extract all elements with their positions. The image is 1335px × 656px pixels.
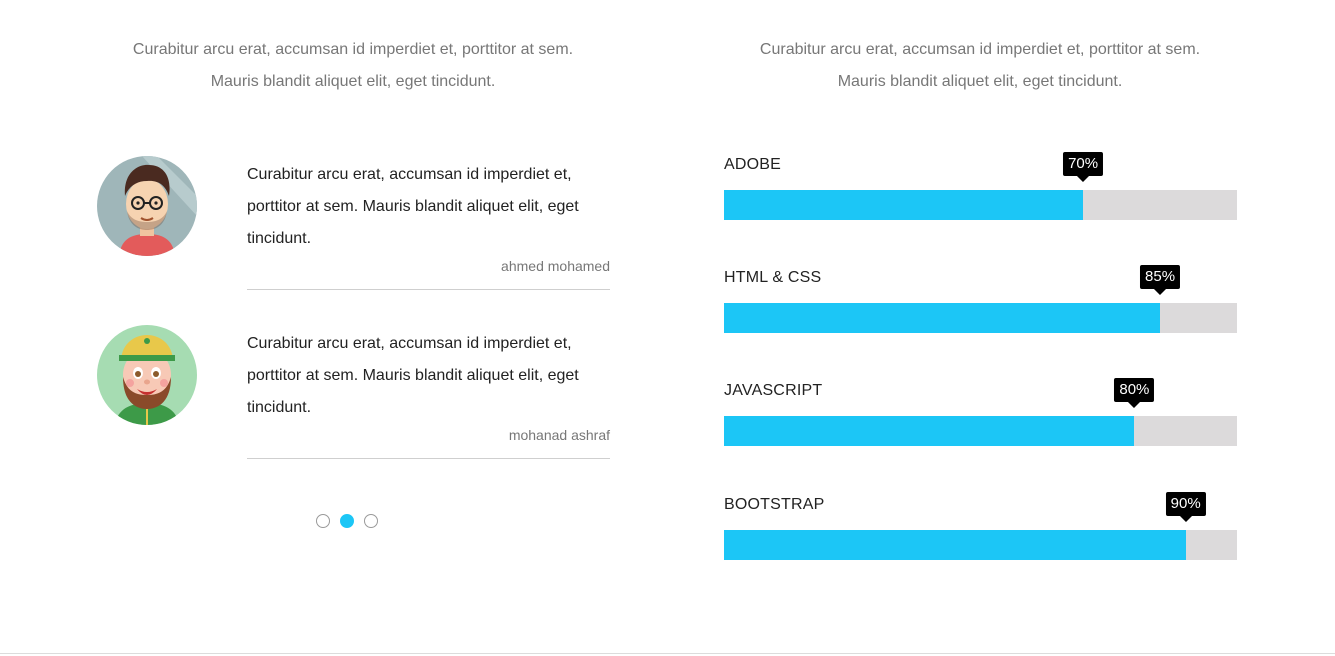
carousel-pagination (316, 514, 378, 528)
skill-javascript: JAVASCRIPT 80% (724, 378, 1237, 446)
skills-intro: Curabitur arcu erat, accumsan id imperdi… (717, 34, 1243, 98)
testimonial-author: mohanad ashraf (508, 427, 610, 443)
intro-line: Curabitur arcu erat, accumsan id imperdi… (132, 41, 574, 58)
intro-line: Curabitur arcu erat, accumsan id imperdi… (759, 41, 1201, 58)
progress-track: 90% (724, 492, 1237, 560)
percent-tooltip: 90% (1165, 492, 1206, 522)
divider (247, 458, 610, 459)
testimonial-content: Curabitur arcu erat, accumsan id imperdi… (247, 328, 610, 459)
percent-tooltip: 85% (1140, 265, 1181, 295)
skill-name: HTML & CSS (724, 269, 822, 286)
testimonial-quote: Curabitur arcu erat, accumsan id imperdi… (247, 335, 579, 416)
progress-track: 70% (724, 152, 1237, 220)
carousel-dot-3[interactable] (364, 514, 378, 528)
bearded-man-with-cap-icon (97, 325, 197, 425)
testimonial-author: ahmed mohamed (501, 258, 610, 274)
progress-track: 85% (724, 265, 1237, 333)
progress-fill (724, 530, 1186, 560)
testimonials-intro: Curabitur arcu erat, accumsan id imperdi… (90, 34, 616, 98)
progress-fill (724, 190, 1084, 220)
skill-name: BOOTSTRAP (724, 496, 825, 513)
progress-fill (724, 416, 1135, 446)
percent-tooltip: 80% (1114, 378, 1155, 408)
testimonial-quote: Curabitur arcu erat, accumsan id imperdi… (247, 166, 579, 247)
section-divider (0, 653, 1335, 654)
avatar (97, 156, 197, 256)
carousel-dot-1[interactable] (316, 514, 330, 528)
divider (247, 289, 610, 290)
intro-line: Mauris blandit aliquet elit, eget tincid… (837, 73, 1123, 90)
skill-name: JAVASCRIPT (724, 382, 823, 399)
progress-track: 80% (724, 378, 1237, 446)
testimonial-content: Curabitur arcu erat, accumsan id imperdi… (247, 159, 610, 290)
man-with-glasses-icon (97, 156, 197, 256)
skill-name: ADOBE (724, 156, 782, 173)
skill-adobe: ADOBE 70% (724, 152, 1237, 220)
skill-bootstrap: BOOTSTRAP 90% (724, 492, 1237, 560)
percent-tooltip: 70% (1063, 152, 1104, 182)
carousel-dot-2[interactable] (340, 514, 354, 528)
skill-html-css: HTML & CSS 85% (724, 265, 1237, 333)
intro-line: Mauris blandit aliquet elit, eget tincid… (210, 73, 496, 90)
progress-fill (724, 303, 1161, 333)
avatar (97, 325, 197, 425)
